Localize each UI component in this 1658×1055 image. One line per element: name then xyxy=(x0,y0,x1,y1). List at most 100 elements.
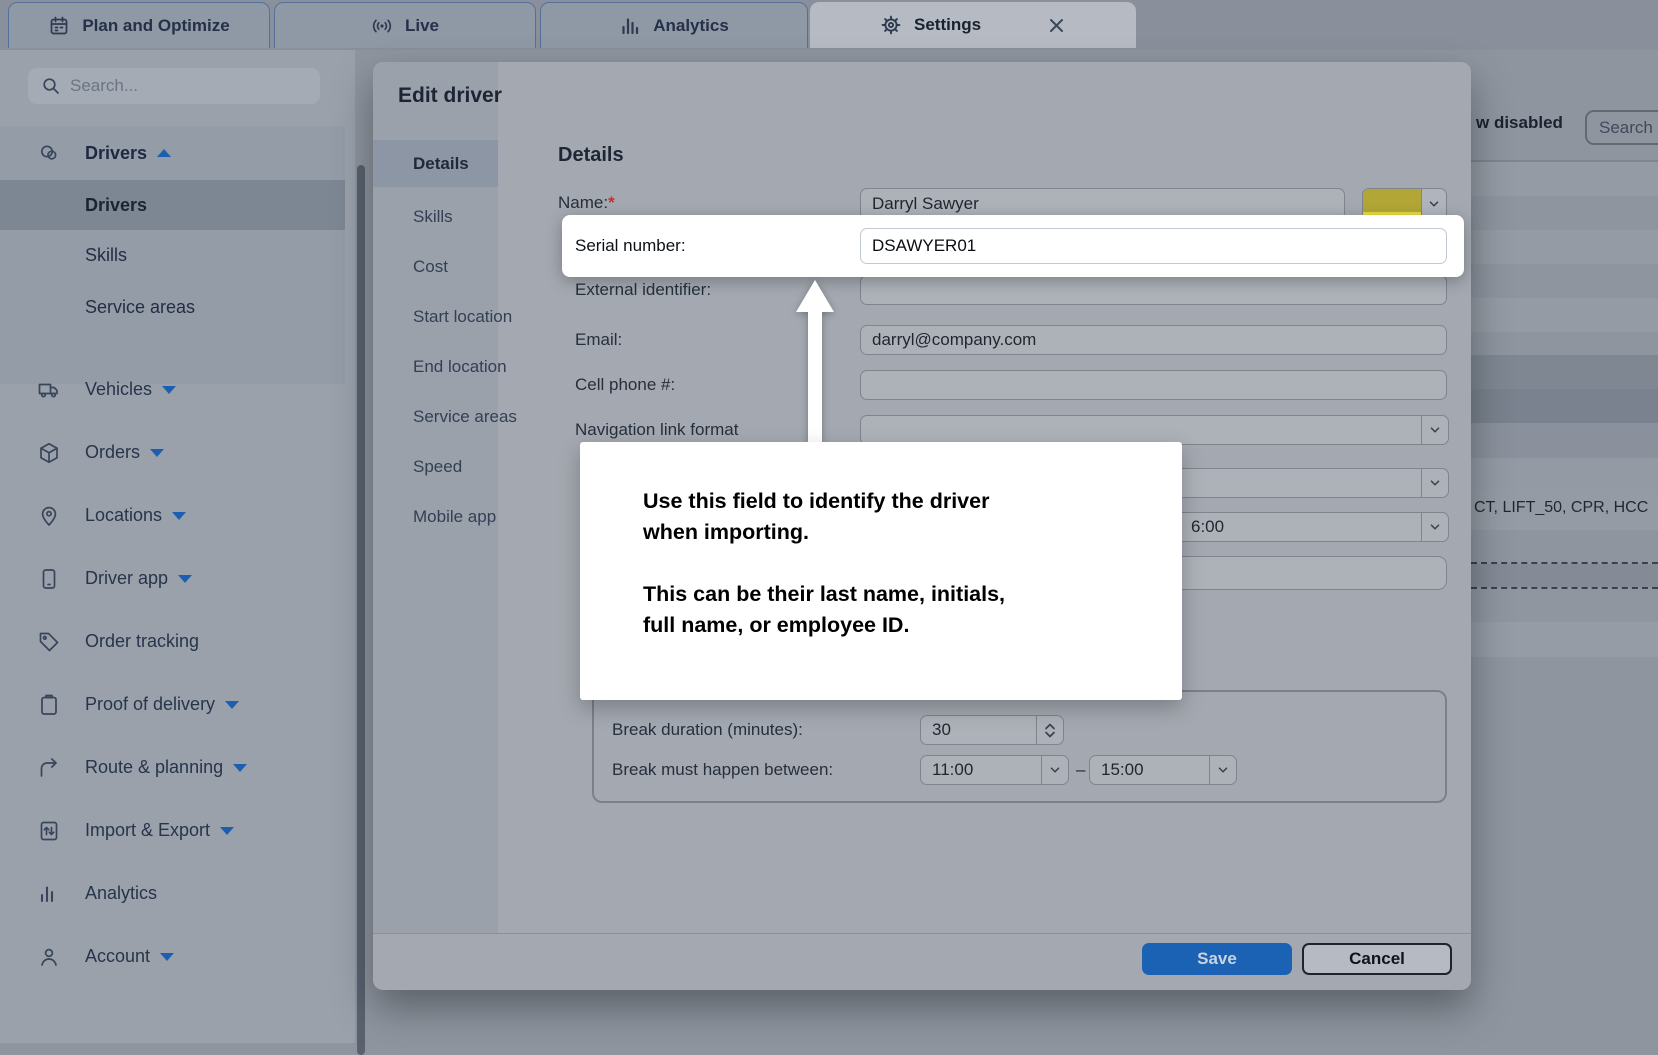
phone-icon xyxy=(37,567,61,591)
table-row-selected xyxy=(1471,564,1658,587)
table-row xyxy=(1471,657,1658,690)
chevron-down-icon xyxy=(1421,416,1448,444)
details-section-heading: Details xyxy=(558,144,624,167)
sidebar-item-label: Route & planning xyxy=(85,757,223,778)
break-duration-value: 30 xyxy=(932,720,951,740)
chevron-down-icon xyxy=(1421,189,1446,218)
spotlight-arrow-icon xyxy=(794,278,836,444)
break-settings-box: Break duration (minutes): 30 Break must … xyxy=(592,690,1447,803)
chevron-down-icon xyxy=(1041,756,1068,784)
close-icon[interactable] xyxy=(1048,17,1065,39)
sidebar-item-label: Orders xyxy=(85,442,140,463)
tab-plan-and-optimize[interactable]: Plan and Optimize xyxy=(8,2,270,48)
table-row xyxy=(1471,196,1658,230)
table-row-selected xyxy=(1471,389,1658,423)
table-row-selected xyxy=(1471,355,1658,389)
serial-number-label: Serial number: xyxy=(575,236,686,256)
break-start-time-select[interactable]: 11:00 xyxy=(920,755,1069,785)
sidebar-item-locations[interactable]: Locations xyxy=(0,484,345,547)
serial-number-value: DSAWYER01 xyxy=(872,236,976,256)
break-duration-stepper[interactable]: 30 xyxy=(920,715,1064,745)
sidebar-item-drivers-header[interactable]: Drivers xyxy=(0,126,345,180)
calendar-icon xyxy=(48,15,70,37)
modal-tab-label: Details xyxy=(413,154,469,174)
tab-live[interactable]: Live xyxy=(274,2,536,48)
tab-label: Analytics xyxy=(653,16,729,36)
modal-tab-end-location[interactable]: End location xyxy=(373,342,498,392)
time-range-dash: – xyxy=(1076,760,1085,780)
sidebar-item-label: Analytics xyxy=(85,883,157,904)
tab-label: Plan and Optimize xyxy=(82,16,229,36)
sidebar-item-account[interactable]: Account xyxy=(0,925,345,988)
external-identifier-label: External identifier: xyxy=(575,280,711,300)
modal-tab-mobile-app[interactable]: Mobile app xyxy=(373,492,498,542)
cell-phone-label: Cell phone #: xyxy=(575,375,675,395)
sidebar-item-import-export[interactable]: Import & Export xyxy=(0,799,345,862)
modal-tab-skills[interactable]: Skills xyxy=(373,192,498,242)
modal-tab-speed[interactable]: Speed xyxy=(373,442,498,492)
cell-phone-input[interactable] xyxy=(860,370,1447,400)
modal-title: Edit driver xyxy=(398,84,502,108)
edit-driver-modal: Edit driver Details Skills Cost Start lo… xyxy=(373,62,1471,990)
modal-tab-service-areas[interactable]: Service areas xyxy=(373,392,498,442)
tag-icon xyxy=(37,630,61,654)
sidebar-item-skills[interactable]: Skills xyxy=(0,230,345,280)
sidebar-item-label: Locations xyxy=(85,505,162,526)
sidebar-item-route-planning[interactable]: Route & planning xyxy=(0,736,345,799)
modal-tab-label: Cost xyxy=(413,257,448,277)
save-button[interactable]: Save xyxy=(1142,943,1292,975)
tab-settings[interactable]: Settings xyxy=(810,2,1136,48)
sidebar-item-service-areas[interactable]: Service areas xyxy=(0,282,345,332)
email-field[interactable]: darryl@company.com xyxy=(860,325,1447,355)
chevron-down-triangle-icon xyxy=(220,827,234,835)
top-tab-bar: Plan and Optimize Live Analytics Setting… xyxy=(0,0,1658,50)
stepper-up-icon xyxy=(1044,723,1056,730)
map-pin-icon xyxy=(37,504,61,528)
sidebar-item-proof-of-delivery[interactable]: Proof of delivery xyxy=(0,673,345,736)
modal-tab-start-location[interactable]: Start location xyxy=(373,292,498,342)
tooltip-paragraph-1: Use this field to identify the driver wh… xyxy=(643,486,1152,548)
chevron-down-triangle-icon xyxy=(172,512,186,520)
cancel-button[interactable]: Cancel xyxy=(1302,943,1452,975)
tab-label: Settings xyxy=(914,15,981,35)
person-icon xyxy=(37,945,61,969)
sidebar-item-label: Drivers xyxy=(85,143,147,164)
truck-icon xyxy=(37,378,61,402)
table-row xyxy=(1471,622,1658,657)
modal-tab-cost[interactable]: Cost xyxy=(373,242,498,292)
sidebar-item-label: Drivers xyxy=(85,195,147,216)
sidebar-item-driver-app[interactable]: Driver app xyxy=(0,547,345,610)
sidebar-item-vehicles[interactable]: Vehicles xyxy=(0,358,345,421)
gear-icon xyxy=(880,14,902,36)
navigation-link-format-label: Navigation link format xyxy=(575,420,738,440)
table-row xyxy=(1471,530,1658,562)
chevron-down-icon xyxy=(1421,469,1448,497)
bar-chart-icon xyxy=(37,882,61,906)
broadcast-icon xyxy=(371,15,393,37)
search-input[interactable] xyxy=(28,68,320,104)
external-identifier-input[interactable] xyxy=(860,275,1447,305)
email-label: Email: xyxy=(575,330,622,350)
chevron-down-triangle-icon xyxy=(150,449,164,457)
tab-analytics[interactable]: Analytics xyxy=(540,2,808,48)
search-by-button[interactable]: Search by xyxy=(1585,110,1658,145)
stepper-arrows[interactable] xyxy=(1036,716,1063,744)
sidebar-item-order-tracking[interactable]: Order tracking xyxy=(0,610,345,673)
bar-chart-icon xyxy=(619,15,641,37)
cancel-button-label: Cancel xyxy=(1349,949,1405,969)
modal-tab-label: End location xyxy=(413,357,507,377)
modal-tab-details[interactable]: Details xyxy=(373,140,498,187)
serial-number-input[interactable]: DSAWYER01 xyxy=(860,228,1447,264)
vertical-scrollbar[interactable] xyxy=(357,165,365,1055)
drivers-icon xyxy=(37,141,61,165)
table-row xyxy=(1471,589,1658,622)
sidebar-item-analytics[interactable]: Analytics xyxy=(0,862,345,925)
sidebar-item-drivers[interactable]: Drivers xyxy=(0,180,345,230)
sidebar-item-label: Driver app xyxy=(85,568,168,589)
sidebar-item-orders[interactable]: Orders xyxy=(0,421,345,484)
table-row xyxy=(1471,298,1658,332)
break-end-time-select[interactable]: 15:00 xyxy=(1089,755,1237,785)
navigation-link-format-select[interactable] xyxy=(860,415,1449,445)
chevron-down-triangle-icon xyxy=(225,701,239,709)
name-label: Name:* xyxy=(558,193,615,213)
